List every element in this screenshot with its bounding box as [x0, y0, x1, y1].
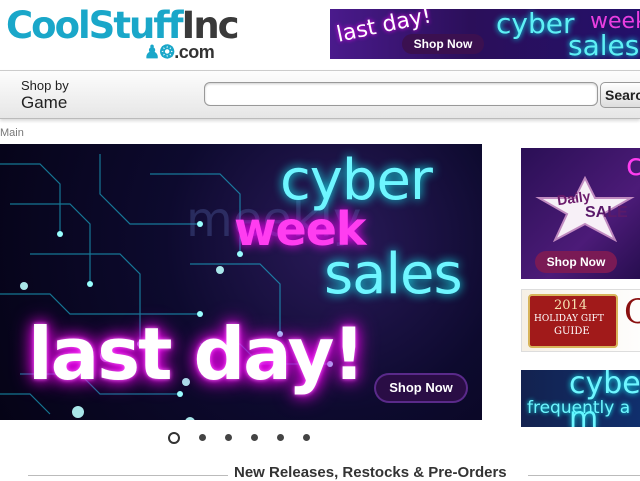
top-banner-cyber: cyber	[496, 9, 575, 40]
carousel-dot-6[interactable]	[303, 434, 310, 441]
carousel-dot-1[interactable]	[168, 432, 180, 444]
gift-guide-trail: C	[624, 292, 640, 332]
heading-rule-right	[528, 475, 640, 476]
section-title: New Releases, Restocks & Pre-Orders	[234, 464, 507, 481]
holiday-gift-guide-promo[interactable]: 2014 HOLIDAY GIFT GUIDE C	[521, 289, 640, 352]
gift-guide-guide: GUIDE	[554, 326, 590, 337]
breadcrumb[interactable]: Main	[0, 127, 24, 139]
cyber-week-top-banner[interactable]: last day! Shop Now cyber week sales	[330, 9, 640, 59]
search-button[interactable]: Search	[600, 82, 640, 108]
daily-sale-cut-text: c	[626, 148, 640, 183]
site-logo[interactable]: CoolStuffInc ♟❂.com	[6, 6, 246, 66]
cyber-faq-promo[interactable]: cyber m frequently a	[521, 370, 640, 427]
shop-by-game-menu[interactable]: Shop by Game	[21, 78, 69, 113]
carousel-dot-5[interactable]	[277, 434, 284, 441]
shop-by-label: Shop by	[21, 78, 69, 93]
logo-wordmark: CoolStuffInc	[6, 4, 240, 47]
daily-sale-shop-now-button[interactable]: Shop Now	[535, 251, 617, 273]
hero-sales-text: sales	[324, 242, 463, 307]
daily-sale-promo[interactable]: Daily SALE Shop Now c	[521, 148, 640, 279]
new-releases-section-heading: New Releases, Restocks & Pre-Orders	[0, 464, 640, 481]
game-label: Game	[21, 93, 68, 112]
carousel-dot-3[interactable]	[225, 434, 232, 441]
logo-domain: ♟❂.com	[144, 42, 215, 62]
hero-shop-now-button[interactable]: Shop Now	[376, 375, 466, 401]
gift-guide-year: 2014	[554, 298, 588, 313]
search-input[interactable]	[204, 82, 598, 106]
top-banner-sales: sales	[568, 29, 640, 59]
heading-rule-left	[28, 475, 228, 476]
gift-guide-title: HOLIDAY GIFT	[534, 314, 604, 324]
hero-last-day-text: last day!	[28, 312, 365, 396]
carousel-pagination	[168, 432, 318, 446]
gift-guide-badge: 2014 HOLIDAY GIFT GUIDE	[528, 294, 618, 348]
carousel-dot-2[interactable]	[199, 434, 206, 441]
daily-sale-sale: SALE	[585, 204, 628, 221]
hero-banner[interactable]: meekly cyber week sales last day! Shop N…	[0, 144, 482, 420]
search-nav-bar: Shop by Game Search	[0, 70, 640, 119]
meeple-icon: ♟❂	[144, 42, 175, 62]
carousel-dot-4[interactable]	[251, 434, 258, 441]
top-banner-shop-now-button[interactable]: Shop Now	[402, 34, 484, 54]
cyber-faq-frequently: frequently a	[527, 398, 631, 418]
